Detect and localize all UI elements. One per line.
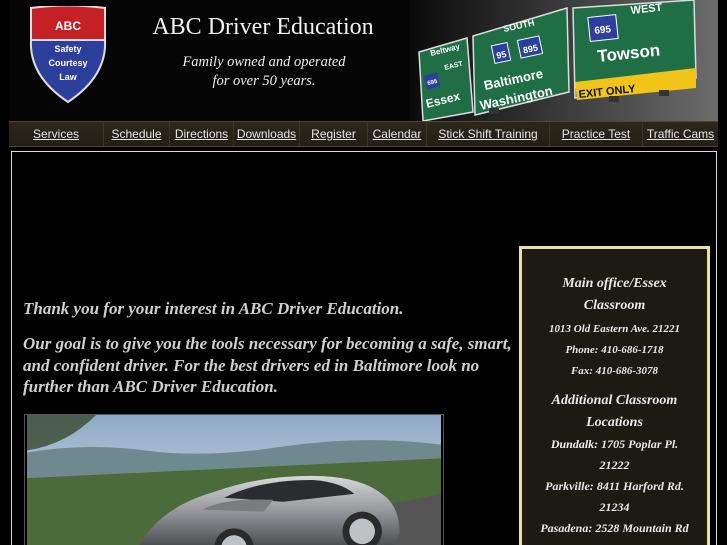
intro-goal: Our goal is to give you the tools necess… (23, 334, 512, 396)
location-name: Dundalk: (550, 437, 599, 451)
shield-text-law: Law (59, 72, 78, 82)
location-dundalk: Dundalk: 1705 Poplar Pl. 21222 (522, 434, 707, 476)
nav-directions[interactable]: Directions (170, 122, 234, 146)
nav-stick-shift-training[interactable]: Stick Shift Training (427, 122, 550, 146)
tagline-line-1: Family owned and operated (182, 54, 346, 70)
nav-schedule[interactable]: Schedule (104, 122, 170, 146)
main-content: Thank you for your interest in ABC Drive… (11, 151, 717, 545)
intro-text: Thank you for your interest in ABC Drive… (23, 298, 518, 398)
main-office-fax: Fax: 410-686-3078 (570, 365, 659, 377)
location-address: 2528 Mountain Rd (595, 521, 689, 535)
nav-services[interactable]: Services (9, 122, 104, 146)
nav-traffic-cams[interactable]: Traffic Cams (643, 122, 718, 146)
main-nav: Services Schedule Directions Downloads R… (9, 121, 718, 147)
highway-signs-image: Beltway EAST 695 Essex SOUTH 95 895 Balt… (409, 0, 718, 121)
location-pasadena: Pasadena: 2528 Mountain Rd (522, 518, 707, 539)
nav-downloads[interactable]: Downloads (234, 122, 300, 146)
site-title: ABC Driver Education (152, 14, 374, 40)
nav-register[interactable]: Register (300, 122, 368, 146)
location-address: 8411 Harford Rd. 21234 (596, 479, 684, 514)
additional-locations-heading: Additional Classroom Locations (551, 393, 678, 430)
location-parkville: Parkville: 8411 Harford Rd. 21234 (522, 476, 707, 518)
location-address: 1705 Poplar Pl. 21222 (599, 437, 679, 472)
site-header: ABC Safety Courtesy Law ABC Driver Educa… (9, 0, 718, 121)
location-name: Pasadena: (540, 521, 593, 535)
locations-sidebar: Main office/Essex Classroom 1013 Old Eas… (519, 246, 710, 545)
location-name: Parkville: (545, 479, 594, 493)
abc-shield-logo[interactable]: ABC Safety Courtesy Law (27, 6, 109, 104)
tagline: Family owned and operated for over 50 ye… (169, 53, 359, 91)
car-photo (24, 414, 444, 545)
main-office-phone[interactable]: Phone: 410-686-1718 (522, 340, 707, 361)
nav-practice-test[interactable]: Practice Test (550, 122, 643, 146)
main-office-address: 1013 Old Eastern Ave. 21221 (548, 323, 681, 335)
shield-text-abc: ABC (55, 19, 81, 33)
shield-text-courtesy: Courtesy (48, 58, 87, 68)
main-office-heading: Main office/Essex Classroom (562, 276, 667, 313)
nav-calendar[interactable]: Calendar (368, 122, 427, 146)
intro-thanks: Thank you for your interest in ABC Drive… (23, 299, 404, 318)
sign-text-695-right: 695 (594, 24, 612, 37)
sign-text-95: 95 (495, 49, 507, 61)
tagline-line-2: for over 50 years. (212, 73, 316, 89)
shield-text-safety: Safety (54, 44, 81, 54)
